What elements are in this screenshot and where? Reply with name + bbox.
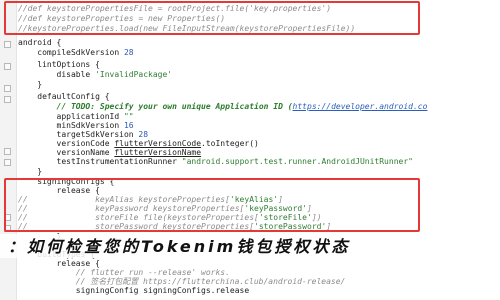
fold-marker-icon[interactable]: [4, 159, 11, 166]
code-line: compileSdkVersion 28: [18, 48, 134, 57]
fold-marker-icon[interactable]: [4, 85, 11, 92]
fold-marker-icon[interactable]: [4, 148, 11, 155]
fold-marker-icon[interactable]: [4, 63, 11, 70]
code-line: }: [18, 80, 43, 89]
fold-marker-icon[interactable]: [4, 96, 11, 103]
highlight-box-keystore: [4, 1, 420, 35]
caption-title: ：如何检查您的Tokenim钱包授权状态: [8, 237, 351, 256]
highlight-box-signing: [4, 178, 420, 232]
code-line: testInstrumentationRunner "android.suppo…: [18, 157, 413, 166]
fold-marker-icon[interactable]: [4, 41, 11, 48]
